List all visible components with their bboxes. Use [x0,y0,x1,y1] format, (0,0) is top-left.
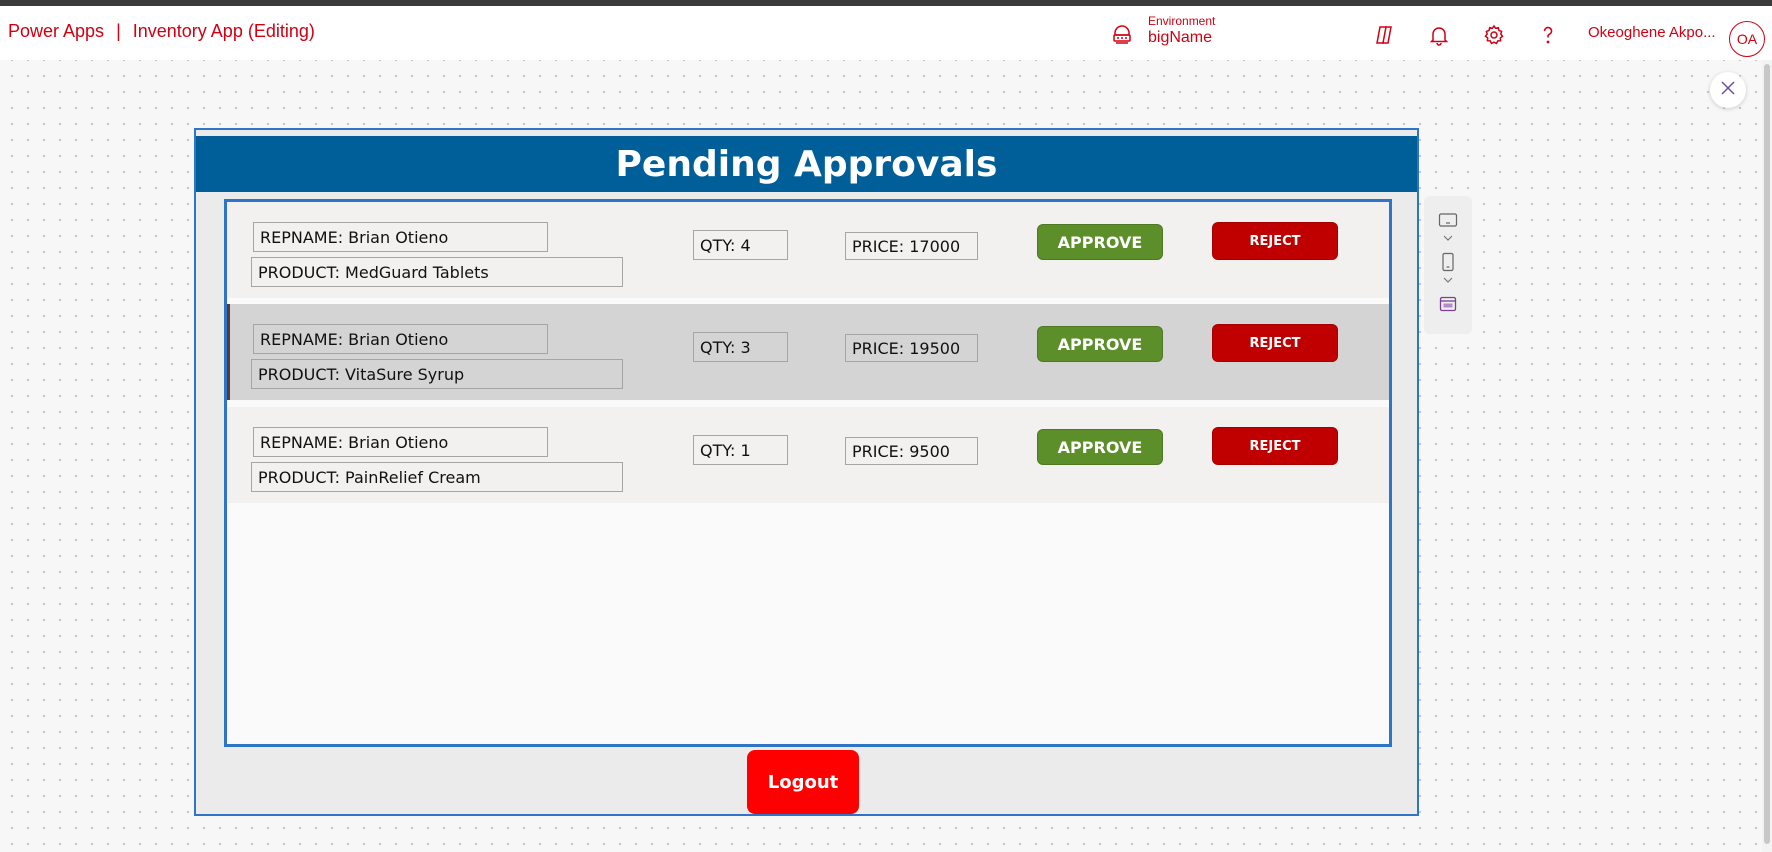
approve-button[interactable]: APPROVE [1037,326,1163,362]
page-scrollbar[interactable] [1762,60,1772,852]
environment-icon[interactable] [1110,23,1134,47]
phone-icon[interactable] [1436,252,1460,272]
approve-button[interactable]: APPROVE [1037,224,1163,260]
tablet-icon[interactable] [1436,210,1460,230]
rep-name-field: REPNAME: Brian Otieno [253,427,548,457]
reject-button[interactable]: REJECT [1212,222,1338,260]
environment-picker[interactable]: Environment bigName [1148,14,1215,48]
device-toolbar [1424,196,1472,334]
bell-icon[interactable] [1427,23,1451,47]
environment-label: Environment [1148,14,1216,28]
rep-name-field: REPNAME: Brian Otieno [253,222,548,252]
qty-field: QTY: 4 [693,230,788,260]
logout-button[interactable]: Logout [747,750,859,814]
gallery-row[interactable]: REPNAME: Brian Otieno PRODUCT: PainRelie… [227,407,1389,503]
copilot-icon[interactable] [1372,23,1396,47]
close-preview-button[interactable] [1710,72,1746,108]
product-name[interactable]: Power Apps [8,21,104,42]
user-name[interactable]: Okeoghene Akpo... [1588,24,1716,41]
app-title-bar: Power Apps | Inventory App (Editing) [8,21,315,42]
product-field: PRODUCT: PainRelief Cream [251,462,623,492]
qty-field: QTY: 1 [693,435,788,465]
approve-button[interactable]: APPROVE [1037,429,1163,465]
reject-button[interactable]: REJECT [1212,324,1338,362]
reject-button[interactable]: REJECT [1212,427,1338,465]
price-field: PRICE: 19500 [845,334,978,362]
gallery-row-selected[interactable]: REPNAME: Brian Otieno PRODUCT: VitaSure … [227,304,1389,400]
price-field: PRICE: 9500 [845,437,978,465]
product-field: PRODUCT: MedGuard Tablets [251,257,623,287]
chevron-down-icon[interactable] [1436,228,1460,248]
chevron-down-icon[interactable] [1436,270,1460,290]
title-separator: | [116,21,121,41]
app-header: Power Apps | Inventory App (Editing) Env… [0,6,1772,60]
app-title: Inventory App (Editing) [132,21,315,41]
scrollbar-thumb[interactable] [1764,64,1770,844]
product-field: PRODUCT: VitaSure Syrup [251,359,623,389]
page-title: Pending Approvals [196,136,1417,192]
gallery-row[interactable]: REPNAME: Brian Otieno PRODUCT: MedGuard … [227,202,1389,298]
rep-name-field: REPNAME: Brian Otieno [253,324,548,354]
qty-field: QTY: 3 [693,332,788,362]
gear-icon[interactable] [1482,23,1506,47]
avatar[interactable]: OA [1729,21,1765,57]
screen-icon[interactable] [1436,294,1460,314]
close-icon [1720,80,1736,101]
approvals-gallery[interactable]: REPNAME: Brian Otieno PRODUCT: MedGuard … [224,199,1392,747]
environment-name: bigName [1148,29,1213,46]
price-field: PRICE: 17000 [845,232,978,260]
question-icon[interactable] [1536,23,1560,47]
app-screen: Pending Approvals REPNAME: Brian Otieno … [194,128,1419,816]
